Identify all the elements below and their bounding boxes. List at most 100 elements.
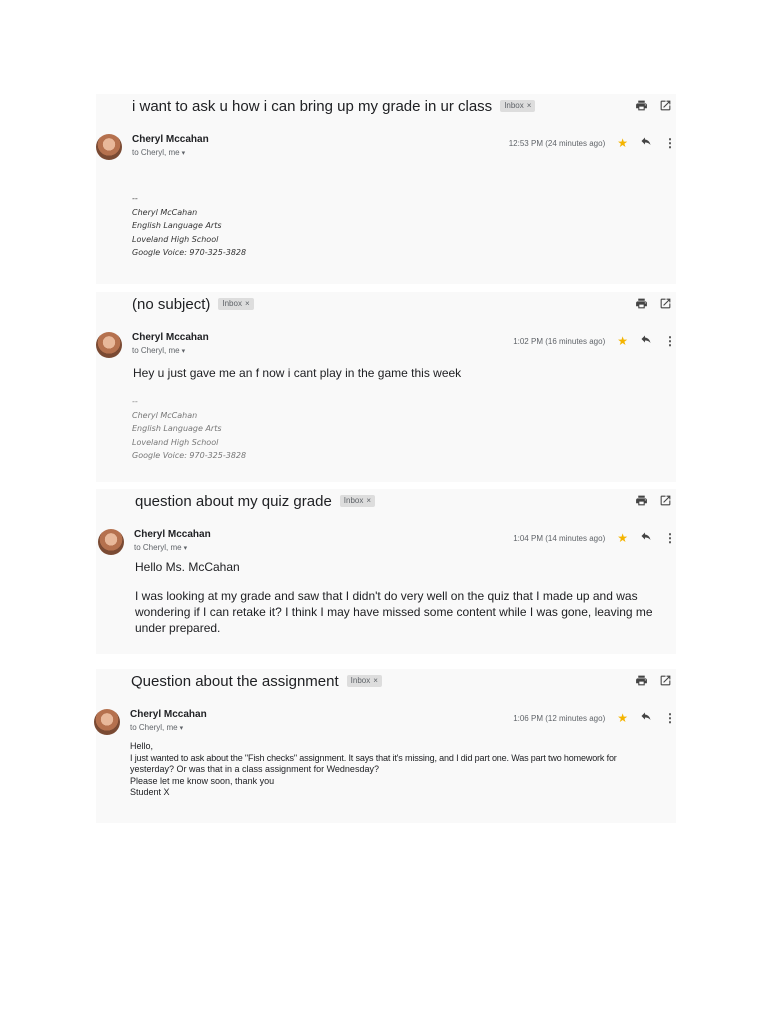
body-line: Hello Ms. McCahan	[135, 560, 240, 574]
body-line: Hello,	[130, 741, 154, 751]
label-text: Inbox	[350, 676, 371, 685]
message-meta: 1:04 PM (14 minutes ago) ★ ⋮	[513, 529, 676, 547]
chevron-down-icon[interactable]: ▾	[182, 150, 186, 157]
message-body: Hey u just gave me an f now i cant play …	[133, 365, 461, 381]
signature-line: English Language Arts	[132, 221, 222, 230]
inbox-label-chip[interactable]: Inbox ×	[218, 298, 254, 310]
open-in-new-window-icon[interactable]	[658, 493, 672, 507]
recipient-line[interactable]: to Cheryl, me ▾	[132, 148, 185, 157]
avatar[interactable]	[98, 529, 124, 555]
sender-name: Cheryl Mccahan	[132, 134, 209, 145]
thread-actions	[634, 98, 672, 112]
signature: -- Cheryl McCahan English Language Arts …	[132, 395, 246, 463]
close-icon[interactable]: ×	[527, 101, 532, 111]
message-header: Cheryl Mccahan to Cheryl, me ▾ 12:53 PM (…	[96, 134, 676, 174]
more-vert-icon[interactable]: ⋮	[664, 137, 676, 149]
print-icon[interactable]	[634, 673, 648, 687]
reply-icon[interactable]	[640, 332, 652, 350]
inbox-label-chip[interactable]: Inbox ×	[346, 675, 382, 687]
signature-line: Google Voice: 970-325-3828	[132, 248, 247, 257]
more-vert-icon[interactable]: ⋮	[664, 712, 676, 724]
avatar[interactable]	[96, 134, 122, 160]
sender-name: Cheryl Mccahan	[130, 709, 207, 720]
signature-line: Loveland High School	[132, 437, 219, 447]
chevron-down-icon[interactable]: ▾	[184, 545, 188, 552]
label-text: Inbox	[222, 299, 242, 308]
sender-name: Cheryl Mccahan	[132, 332, 209, 343]
signature-line: --	[132, 194, 138, 203]
email-card-2: (no subject) Inbox × Cheryl Mccahan to C…	[96, 292, 676, 482]
signature-line: Google Voice: 970-325-3828	[132, 451, 247, 460]
recipient-text: to Cheryl, me	[132, 346, 180, 355]
body-line: Please let me know soon, thank you	[130, 775, 275, 786]
email-subject: (no subject)	[132, 295, 211, 313]
message-body: Hello, I just wanted to ask about the "F…	[130, 741, 670, 799]
close-icon[interactable]: ×	[373, 676, 378, 686]
subject-row: Question about the assignment Inbox ×	[131, 669, 676, 693]
recipient-text: to Cheryl, me	[132, 148, 180, 157]
reply-icon[interactable]	[640, 529, 652, 547]
reply-icon[interactable]	[640, 134, 652, 152]
signature-line: --	[132, 397, 138, 406]
recipient-text: to Cheryl, me	[130, 723, 178, 732]
label-text: Inbox	[343, 496, 364, 505]
body-line: I just wanted to ask about the "Fish che…	[130, 752, 617, 763]
avatar[interactable]	[94, 709, 120, 735]
sender-name: Cheryl Mccahan	[134, 529, 211, 540]
thread-actions	[634, 673, 672, 687]
signature-line: English Language Arts	[132, 424, 222, 433]
subject-row: (no subject) Inbox ×	[132, 292, 676, 316]
close-icon[interactable]: ×	[366, 496, 371, 506]
star-icon[interactable]: ★	[617, 137, 628, 149]
message-meta: 12:53 PM (24 minutes ago) ★ ⋮	[509, 134, 676, 152]
close-icon[interactable]: ×	[245, 299, 250, 309]
message-time: 1:06 PM (12 minutes ago)	[513, 713, 606, 723]
message-meta: 1:06 PM (12 minutes ago) ★ ⋮	[513, 709, 676, 727]
inbox-label-chip[interactable]: Inbox ×	[500, 100, 536, 112]
star-icon[interactable]: ★	[617, 335, 628, 347]
body-line: Hey u just gave me an f now i cant play …	[133, 366, 462, 380]
signature-line: Cheryl McCahan	[132, 410, 198, 420]
reply-icon[interactable]	[640, 709, 652, 727]
star-icon[interactable]: ★	[617, 532, 628, 544]
email-subject: Question about the assignment	[131, 672, 339, 690]
email-subject: question about my quiz grade	[135, 492, 332, 510]
body-line: I was looking at my grade and saw that I…	[135, 589, 638, 603]
avatar[interactable]	[96, 332, 122, 358]
email-card-1: i want to ask u how i can bring up my gr…	[96, 94, 676, 284]
recipient-line[interactable]: to Cheryl, me ▾	[130, 723, 183, 732]
email-card-3: question about my quiz grade Inbox × Che…	[96, 489, 676, 654]
print-icon[interactable]	[634, 296, 648, 310]
subject-row: question about my quiz grade Inbox ×	[135, 489, 676, 513]
message-meta: 1:02 PM (16 minutes ago) ★ ⋮	[513, 332, 676, 350]
message-time: 1:04 PM (14 minutes ago)	[513, 533, 606, 543]
open-in-new-window-icon[interactable]	[658, 98, 672, 112]
print-icon[interactable]	[634, 493, 648, 507]
signature: -- Cheryl McCahan English Language Arts …	[132, 192, 246, 260]
signature-line: Loveland High School	[132, 234, 219, 244]
label-text: Inbox	[504, 101, 524, 110]
body-line: Student X	[130, 787, 170, 797]
more-vert-icon[interactable]: ⋮	[664, 532, 676, 544]
body-line: wondering if I can retake it? I think I …	[135, 605, 653, 619]
more-vert-icon[interactable]: ⋮	[664, 335, 676, 347]
open-in-new-window-icon[interactable]	[658, 296, 672, 310]
recipient-line[interactable]: to Cheryl, me ▾	[134, 543, 187, 552]
body-line: under prepared.	[135, 621, 221, 635]
print-icon[interactable]	[634, 98, 648, 112]
message-body: Hello Ms. McCahan I was looking at my gr…	[135, 559, 653, 636]
subject-row: i want to ask u how i can bring up my gr…	[132, 94, 676, 118]
thread-actions	[634, 296, 672, 310]
chevron-down-icon[interactable]: ▾	[182, 348, 186, 355]
thread-actions	[634, 493, 672, 507]
email-subject: i want to ask u how i can bring up my gr…	[132, 97, 493, 115]
message-time: 1:02 PM (16 minutes ago)	[513, 336, 606, 346]
recipient-text: to Cheryl, me	[134, 543, 182, 552]
body-line: yesterday? Or was that in a class assign…	[130, 764, 379, 774]
inbox-label-chip[interactable]: Inbox ×	[339, 495, 376, 507]
recipient-line[interactable]: to Cheryl, me ▾	[132, 346, 185, 355]
email-card-4: Question about the assignment Inbox × Ch…	[94, 669, 676, 823]
star-icon[interactable]: ★	[617, 712, 628, 724]
open-in-new-window-icon[interactable]	[658, 673, 672, 687]
chevron-down-icon[interactable]: ▾	[180, 725, 184, 732]
